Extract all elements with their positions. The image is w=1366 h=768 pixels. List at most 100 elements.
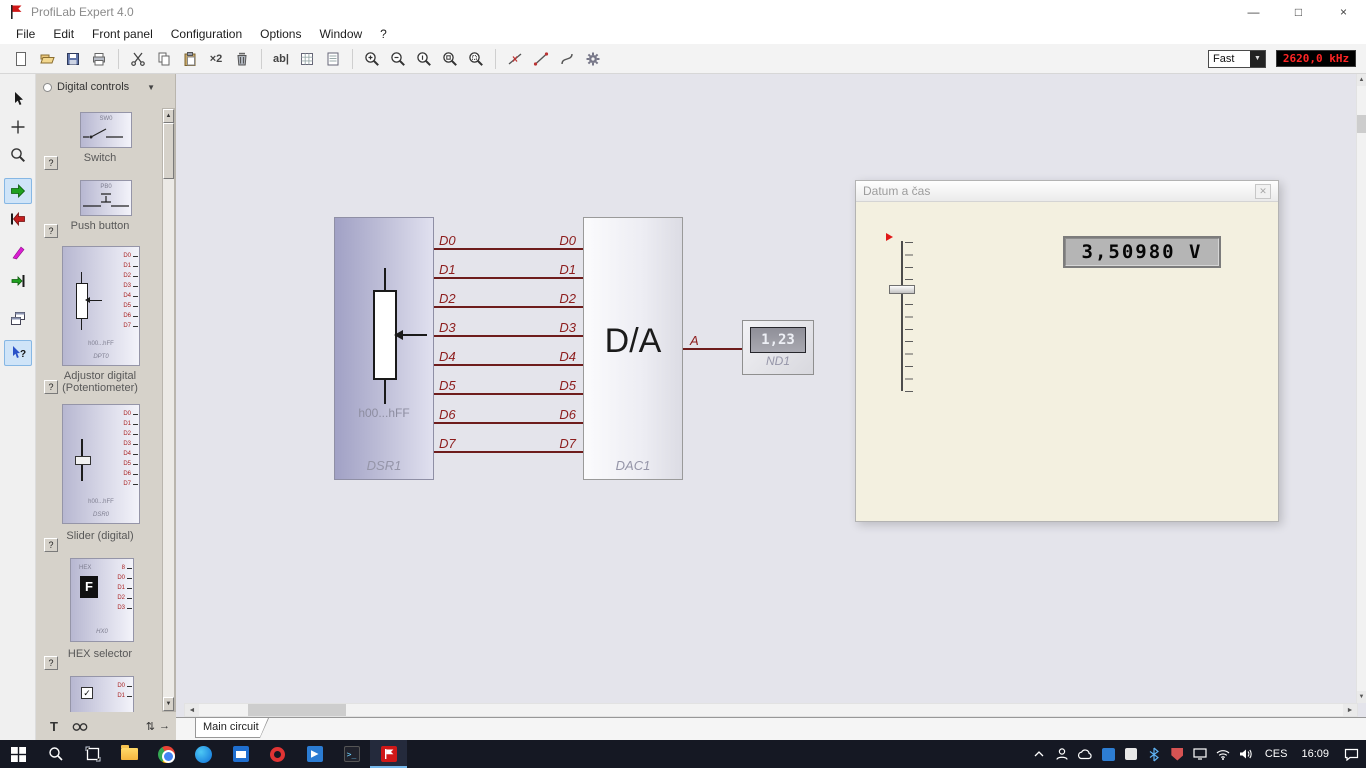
- wire-d2[interactable]: D2D2: [434, 292, 583, 308]
- component-slider-thumb[interactable]: D0 D1 D2 D3 D4 D5 D6 D7 h00...hFF DSR0: [62, 404, 140, 524]
- tray-expand-icon[interactable]: [1028, 740, 1051, 768]
- component-switch-thumb[interactable]: SW0: [80, 112, 132, 148]
- taskbar-app-media[interactable]: [296, 740, 333, 768]
- horizontal-scrollbar-thumb[interactable]: [248, 704, 346, 716]
- print-button[interactable]: [86, 47, 112, 71]
- zoom-selection-button[interactable]: [463, 47, 489, 71]
- wire-d4[interactable]: D4D4: [434, 350, 583, 366]
- scroll-down-icon[interactable]: ▼: [163, 697, 174, 711]
- canvas-vertical-scrollbar[interactable]: ▲ ▼: [1356, 74, 1366, 703]
- component-checkbox-thumb[interactable]: ✓ D0 D1: [70, 676, 134, 712]
- run-simulation-button[interactable]: [4, 178, 32, 204]
- wire-d0[interactable]: D0D0: [434, 234, 583, 250]
- scroll-right-icon[interactable]: ►: [1343, 704, 1357, 716]
- zoom-fit-button[interactable]: [437, 47, 463, 71]
- duplicate-button[interactable]: ×2: [203, 47, 229, 71]
- people-icon[interactable]: [1051, 740, 1074, 768]
- task-view-button[interactable]: [74, 740, 111, 768]
- find-tool-button[interactable]: [70, 716, 90, 736]
- help-button[interactable]: ?: [44, 656, 58, 670]
- scroll-left-icon[interactable]: ◄: [185, 704, 199, 716]
- close-button[interactable]: ×: [1321, 0, 1366, 24]
- canvas-horizontal-scrollbar[interactable]: ◄ ►: [184, 703, 1358, 717]
- language-indicator[interactable]: CES: [1258, 748, 1295, 760]
- vertical-scrollbar-thumb[interactable]: [1357, 115, 1366, 133]
- taskbar-app-mail[interactable]: [222, 740, 259, 768]
- network-tray-icon[interactable]: [1212, 740, 1235, 768]
- zoom-in-button[interactable]: [359, 47, 385, 71]
- step-tool-button[interactable]: [4, 268, 32, 294]
- close-icon[interactable]: ✕: [1255, 184, 1271, 199]
- component-adjustor-thumb[interactable]: D0 D1 D2 D3 D4 D5 D6 D7 h00...hFF DPT0: [62, 246, 140, 366]
- menu-file[interactable]: File: [7, 24, 44, 44]
- taskbar-app-chrome[interactable]: [148, 740, 185, 768]
- component-dsr1[interactable]: h00...hFF DSR1: [334, 217, 434, 480]
- scroll-up-icon[interactable]: ▲: [1357, 74, 1366, 86]
- component-category-select[interactable]: Digital controls ▼: [43, 81, 169, 93]
- cut-wire-tool-button[interactable]: [502, 47, 528, 71]
- tray-app-white-icon[interactable]: [1120, 740, 1143, 768]
- front-panel-edit-button[interactable]: [4, 240, 32, 266]
- front-panel-window[interactable]: Datum a čas ✕ 3,50980 V: [855, 180, 1279, 522]
- copy-button[interactable]: [151, 47, 177, 71]
- tab-main-circuit[interactable]: Main circuit: [195, 718, 269, 738]
- wire-d7[interactable]: D7D7: [434, 437, 583, 453]
- select-tool-button[interactable]: [4, 86, 32, 112]
- new-button[interactable]: [8, 47, 34, 71]
- wire-d5[interactable]: D5D5: [434, 379, 583, 395]
- cut-button[interactable]: [125, 47, 151, 71]
- taskbar-app-edge[interactable]: [185, 740, 222, 768]
- wire-d3[interactable]: D3D3: [434, 321, 583, 337]
- settings-button[interactable]: [580, 47, 606, 71]
- taskbar-app-terminal[interactable]: >_: [333, 740, 370, 768]
- wire-d1[interactable]: D1D1: [434, 263, 583, 279]
- paste-button[interactable]: [177, 47, 203, 71]
- wire-a[interactable]: A: [683, 334, 742, 350]
- move-vertical-icon[interactable]: ⇅: [146, 720, 155, 733]
- action-center-button[interactable]: [1336, 740, 1366, 768]
- help-button[interactable]: ?: [44, 156, 58, 170]
- text-tool-button[interactable]: ab|: [268, 47, 294, 71]
- security-tray-icon[interactable]: [1166, 740, 1189, 768]
- scroll-down-icon[interactable]: ▼: [1357, 691, 1366, 703]
- bluetooth-tray-icon[interactable]: [1143, 740, 1166, 768]
- front-panel-titlebar[interactable]: Datum a čas ✕: [856, 181, 1278, 202]
- taskbar-search-button[interactable]: [37, 740, 74, 768]
- scroll-up-icon[interactable]: ▲: [163, 109, 174, 123]
- page-grid-button[interactable]: [320, 47, 346, 71]
- menu-options[interactable]: Options: [251, 24, 310, 44]
- open-button[interactable]: [34, 47, 60, 71]
- wire-tool-button[interactable]: [528, 47, 554, 71]
- start-button[interactable]: [0, 740, 37, 768]
- component-nd1[interactable]: 1,23 ND1: [742, 320, 814, 375]
- text-label-tool-button[interactable]: T: [44, 716, 64, 736]
- taskbar-app-explorer[interactable]: [111, 740, 148, 768]
- menu-edit[interactable]: Edit: [44, 24, 83, 44]
- grid-button[interactable]: [294, 47, 320, 71]
- stop-simulation-button[interactable]: [4, 206, 32, 232]
- curve-wire-tool-button[interactable]: [554, 47, 580, 71]
- zoom-out-button[interactable]: [385, 47, 411, 71]
- volume-tray-icon[interactable]: [1235, 740, 1258, 768]
- zoom-100-button[interactable]: [411, 47, 437, 71]
- help-button[interactable]: ?: [44, 224, 58, 238]
- menu-configuration[interactable]: Configuration: [162, 24, 251, 44]
- zoom-tool-button[interactable]: [4, 142, 32, 168]
- taskbar-clock[interactable]: 16:09: [1294, 748, 1336, 760]
- onedrive-icon[interactable]: [1074, 740, 1097, 768]
- display-tray-icon[interactable]: [1189, 740, 1212, 768]
- taskbar-app-opera[interactable]: [259, 740, 296, 768]
- minimize-button[interactable]: —: [1231, 0, 1276, 24]
- chevron-down-icon[interactable]: ▼: [1250, 51, 1265, 67]
- wire-d6[interactable]: D6D6: [434, 408, 583, 424]
- cascade-windows-button[interactable]: [4, 306, 32, 332]
- move-right-icon[interactable]: →: [159, 720, 170, 733]
- help-button[interactable]: ?: [44, 538, 58, 552]
- tray-app-blue-icon[interactable]: [1097, 740, 1120, 768]
- palette-scrollbar-thumb[interactable]: [163, 123, 174, 179]
- component-push-button-thumb[interactable]: PB0: [80, 180, 132, 216]
- component-dac1[interactable]: D/A DAC1: [583, 217, 683, 480]
- menu-help[interactable]: ?: [371, 24, 396, 44]
- panel-slider-track[interactable]: [901, 241, 903, 391]
- help-button[interactable]: ?: [44, 380, 58, 394]
